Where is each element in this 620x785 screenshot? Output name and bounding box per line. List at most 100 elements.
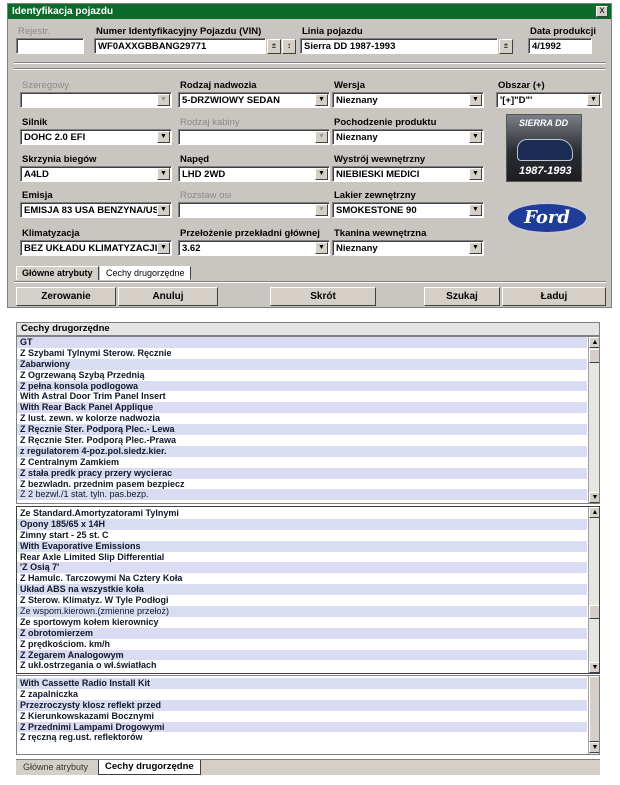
attr-4-select[interactable]: DOHC 2.0 EFI ▼ [20, 129, 172, 145]
list-item[interactable]: Z bezwladn. przednim pasem bezpiecz [17, 479, 587, 490]
attr-13-select[interactable]: BEZ UKŁADU KLIMATYZACJI ▼ [20, 240, 172, 256]
anuluj-button[interactable]: Anuluj [118, 287, 218, 306]
linia-spin-icon[interactable]: ± [499, 39, 513, 54]
attr-10-value: EMISJA 83 USA BENZYNA/US [24, 205, 159, 216]
skrot-button[interactable]: Skrót [270, 287, 376, 306]
vin-pick-icon[interactable]: ↕ [282, 39, 296, 54]
chevron-down-icon[interactable]: ▼ [587, 94, 600, 106]
list-item[interactable]: With Evaporative Emissions [17, 540, 587, 552]
list-item[interactable]: Z ukł.ostrzegania o wł.światłach [17, 660, 587, 671]
list-item[interactable]: Zabarwiony [17, 358, 587, 370]
scroll-up-icon[interactable]: ▲ [589, 337, 599, 348]
chevron-down-icon[interactable]: ▼ [315, 94, 328, 106]
tab-cechy-drugorzedne-bottom[interactable]: Cechy drugorzędne [98, 760, 201, 775]
list-item[interactable]: Z Przednimi Lampami Drogowymi [17, 721, 587, 733]
attr-1-select[interactable]: 5-DRZWIOWY SEDAN ▼ [178, 92, 330, 108]
szukaj-button[interactable]: Szukaj [424, 287, 500, 306]
attr-14-value: 3.62 [182, 243, 201, 254]
list-item[interactable]: Zimny start - 25 st. C [17, 530, 587, 541]
list-item[interactable]: Z Szybami Tylnymi Sterow. Ręcznie [17, 348, 587, 359]
attr-12-label: Lakier zewnętrzny [334, 190, 416, 201]
attr-9-select[interactable]: NIEBIESKI MEDICI ▼ [332, 166, 484, 182]
attr-15-select[interactable]: Nieznany ▼ [332, 240, 484, 256]
attr-8-select[interactable]: LHD 2WD ▼ [178, 166, 330, 182]
list-item[interactable]: Z 2 bezwl./1 stat. tyln. pas.bezp. [17, 489, 587, 501]
list-item[interactable]: Z Ręcznie Ster. Podporą Plec.- Lewa [17, 424, 587, 436]
list-item[interactable]: Opony 185/65 x 14H [17, 518, 587, 530]
scrollbar-1[interactable]: ▲ ▼ [588, 337, 599, 503]
list-item[interactable]: Ze Standard.Amortyzatorami Tylnymi [17, 508, 587, 519]
list-item[interactable]: Z Kierunkowskazami Bocznymi [17, 711, 587, 722]
list-item[interactable]: Przezroczysty klosz reflekt przed [17, 699, 587, 711]
chevron-down-icon[interactable]: ▼ [469, 204, 482, 216]
data-produkcji-input[interactable]: 4/1992 [528, 38, 592, 54]
laduj-button[interactable]: Ładuj [502, 287, 606, 306]
list-item[interactable]: Z Centralnym Zamkiem [17, 457, 587, 468]
divider [14, 68, 606, 70]
rejestr-input[interactable] [16, 38, 84, 54]
chevron-down-icon[interactable]: ▼ [315, 168, 328, 180]
chevron-down-icon[interactable]: ▼ [157, 204, 170, 216]
tab-glowne-atrybuty[interactable]: Główne atrybuty [16, 266, 99, 280]
scroll-down-icon[interactable]: ▼ [589, 742, 599, 753]
attr-4-value: DOHC 2.0 EFI [24, 132, 86, 143]
attr-12-select[interactable]: SMOKESTONE 90 ▼ [332, 202, 484, 218]
list-item[interactable]: Z pełna konsola podlogowa [17, 380, 587, 392]
attr-3-select[interactable]: '[+]"D"' ▼ [496, 92, 602, 108]
chevron-down-icon[interactable]: ▼ [469, 168, 482, 180]
tab-glowne-atrybuty-bottom[interactable]: Główne atrybuty [18, 761, 93, 774]
list-item[interactable]: z regulatorem 4-poz.pol.siedz.kier. [17, 445, 587, 457]
linia-input[interactable]: Sierra DD 1987-1993 [300, 38, 498, 54]
close-icon[interactable]: x [596, 6, 608, 17]
attr-14-select[interactable]: 3.62 ▼ [178, 240, 330, 256]
tab-cechy-drugorzedne[interactable]: Cechy drugorzędne [100, 266, 191, 280]
vin-spin-icon[interactable]: ± [267, 39, 281, 54]
list-item[interactable]: Z Zegarem Analogowym [17, 649, 587, 661]
scroll-thumb[interactable] [589, 605, 599, 619]
scroll-up-icon[interactable]: ▲ [589, 507, 599, 518]
list-item[interactable]: Z stała predk pracy przery wycierac [17, 467, 587, 479]
attr-7-label: Skrzynia biegów [22, 154, 97, 165]
attr-2-select[interactable]: Nieznany ▼ [332, 92, 484, 108]
list-item[interactable]: Ze sportowym kołem kierownicy [17, 617, 587, 628]
list-item[interactable]: Z lust. zewn. w kolorze nadwozia [17, 413, 587, 424]
scrollbar-2[interactable]: ▲ ▼ [588, 507, 599, 673]
scrollbar-3[interactable]: ▼ [588, 676, 599, 754]
features-list-1[interactable]: GT Z Szybami Tylnymi Sterow. Ręcznie Zabar… [16, 336, 600, 504]
list-item[interactable]: Z Ogrzewaną Szybą Przednią [17, 370, 587, 381]
attr-8-value: LHD 2WD [182, 169, 226, 180]
vin-input[interactable]: WF0AXXGBBANG29771 [94, 38, 266, 54]
list-item[interactable]: Z ręczną reg.ust. reflektorów [17, 732, 587, 743]
list-item[interactable]: With Astral Door Trim Panel Insert [17, 391, 587, 402]
chevron-down-icon[interactable]: ▼ [469, 131, 482, 143]
scroll-down-icon[interactable]: ▼ [589, 662, 599, 673]
list-item[interactable]: Układ ABS na wszystkie koła [17, 584, 587, 596]
list-item[interactable]: Z prędkościom. km/h [17, 639, 587, 650]
chevron-down-icon[interactable]: ▼ [469, 94, 482, 106]
zerowanie-button[interactable]: Zerowanie [16, 287, 116, 306]
chevron-down-icon[interactable]: ▼ [157, 168, 170, 180]
scroll-down-icon[interactable]: ▼ [589, 492, 599, 503]
scroll-thumb[interactable] [589, 349, 599, 363]
chevron-down-icon[interactable]: ▼ [157, 242, 170, 254]
list-item[interactable]: 'Z Osią 7' [17, 562, 587, 574]
attr-10-select[interactable]: EMISJA 83 USA BENZYNA/US ▼ [20, 202, 172, 218]
list-item[interactable]: Z Sterow. Klimatyz. W Tyle Podłogi [17, 595, 587, 606]
attr-6-select[interactable]: Nieznany ▼ [332, 129, 484, 145]
list-item[interactable]: Z Ręcznie Ster. Podporą Plec.-Prawa [17, 435, 587, 446]
list-item[interactable]: Ze wspom.kierown.(zmienne przełoż) [17, 606, 587, 617]
features-list-3[interactable]: With Cassette Radio Install Kit Z zapalni… [16, 675, 600, 755]
attr-7-select[interactable]: A4LD ▼ [20, 166, 172, 182]
features-list-2[interactable]: Ze Standard.Amortyzatorami Tylnymi Opony … [16, 506, 600, 674]
scroll-thumb[interactable] [589, 676, 599, 742]
list-item[interactable]: Z zapalniczka [17, 689, 587, 700]
list-item[interactable]: With Cassette Radio Install Kit [17, 678, 587, 689]
list-item[interactable]: Z Hamulc. Tarczowymi Na Cztery Koła [17, 573, 587, 584]
chevron-down-icon[interactable]: ▼ [315, 242, 328, 254]
list-item[interactable]: Z obrotomierzem [17, 627, 587, 639]
chevron-down-icon[interactable]: ▼ [469, 242, 482, 254]
list-item[interactable]: GT [17, 337, 587, 348]
list-item[interactable]: With Rear Back Panel Applique [17, 402, 587, 414]
list-item[interactable]: Rear Axle Limited Slip Differential [17, 552, 587, 563]
chevron-down-icon[interactable]: ▼ [157, 131, 170, 143]
